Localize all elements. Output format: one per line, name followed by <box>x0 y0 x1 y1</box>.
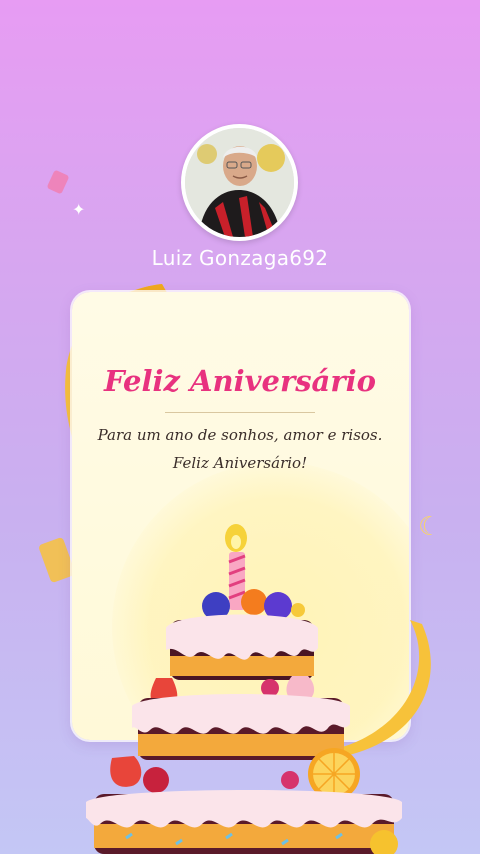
sparkle-icon: ✦ <box>72 200 86 219</box>
avatar-photo <box>185 128 294 237</box>
title-divider <box>165 412 315 413</box>
confetti-yellow-left <box>37 536 77 584</box>
username-label[interactable]: Luiz Gonzaga692 <box>0 246 480 270</box>
avatar[interactable] <box>181 124 298 241</box>
card-title: Feliz Aniversário <box>104 364 376 398</box>
card-message-line2: Feliz Aniversário! <box>172 454 308 472</box>
card-message-line1: Para um ano de sonhos, amor e risos. <box>97 426 383 444</box>
confetti-pink <box>46 169 70 195</box>
confetti-moon-right: ☾ <box>418 512 442 542</box>
person-photo-icon <box>185 128 294 237</box>
birthday-cake-illustration <box>86 524 402 854</box>
